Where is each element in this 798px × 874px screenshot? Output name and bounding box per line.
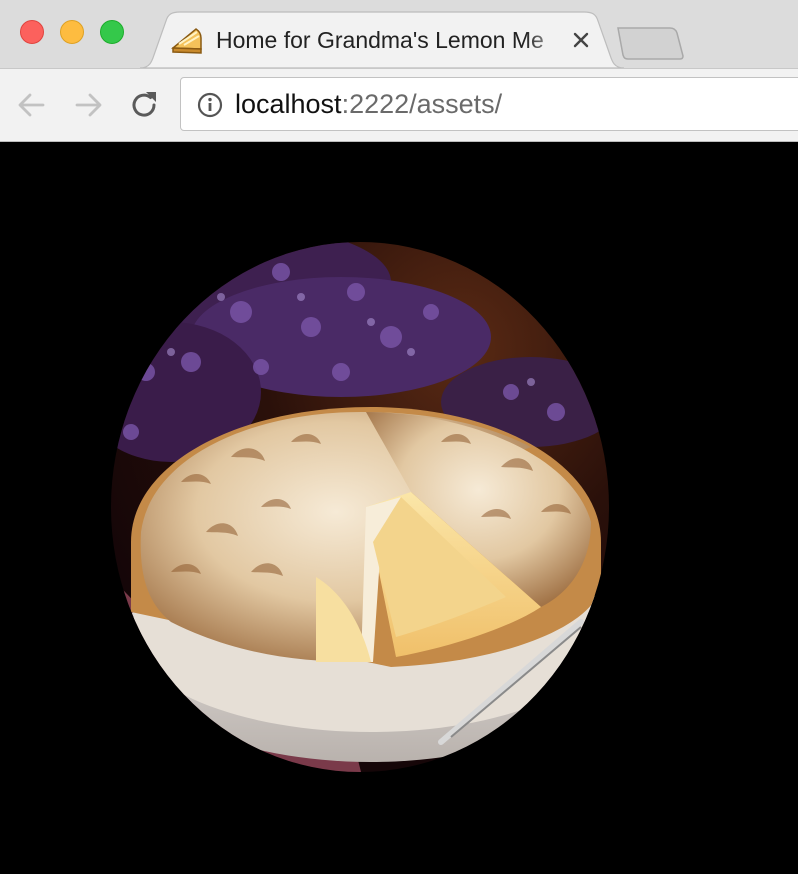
url-host: localhost (235, 89, 342, 119)
arrow-left-icon[interactable] (16, 89, 48, 121)
pie-icon (170, 25, 204, 55)
address-bar[interactable]: localhost:2222/assets/ (180, 77, 798, 131)
reload-icon[interactable] (128, 89, 160, 121)
window-zoom-button[interactable] (100, 20, 124, 44)
browser-toolbar: localhost:2222/assets/ (0, 68, 798, 142)
lemon-meringue-pie-image (111, 242, 609, 772)
close-icon[interactable] (568, 27, 594, 53)
page-viewport (0, 142, 798, 874)
tab-strip: Home for Grandma's Lemon Me (0, 0, 798, 69)
new-tab-button[interactable] (616, 26, 686, 60)
window-minimize-button[interactable] (60, 20, 84, 44)
url-text: localhost:2222/assets/ (235, 88, 502, 120)
info-icon[interactable] (197, 92, 223, 118)
window-close-button[interactable] (20, 20, 44, 44)
tab-active[interactable]: Home for Grandma's Lemon Me (140, 11, 624, 69)
arrow-right-icon[interactable] (72, 89, 104, 121)
url-path: :2222/assets/ (341, 89, 503, 119)
tab-title: Home for Grandma's Lemon Me (216, 27, 544, 53)
